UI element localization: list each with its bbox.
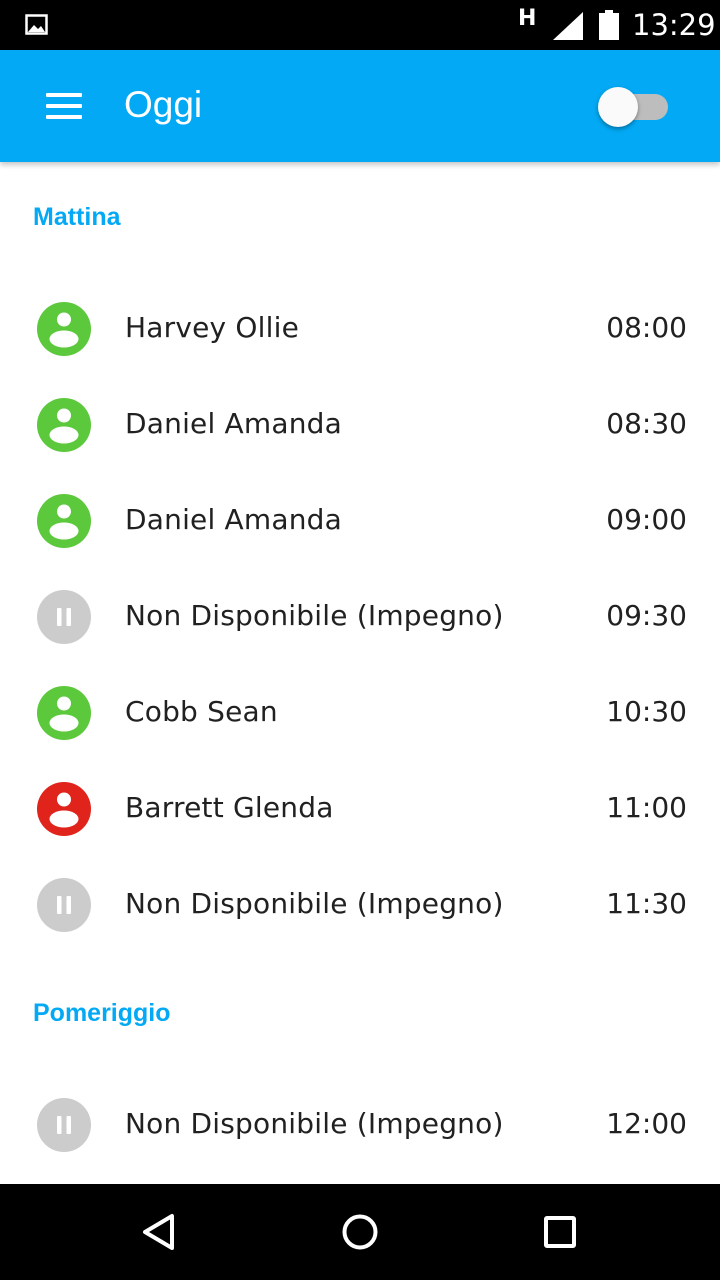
page-title: Oggi <box>124 84 203 125</box>
signal-icon <box>553 12 583 40</box>
appointment-name: Barrett Glenda <box>125 791 334 824</box>
appointment-name: Non Disponibile (Impegno) <box>125 887 504 920</box>
appointment-name: Daniel Amanda <box>125 407 343 440</box>
appointment-row[interactable]: Daniel Amanda 09:00 <box>0 473 720 569</box>
section-header-mattina: Mattina <box>33 203 121 231</box>
appointment-time: 12:00 <box>606 1107 687 1140</box>
appointment-name: Harvey Ollie <box>125 311 299 344</box>
availability-toggle[interactable] <box>598 86 672 127</box>
toggle-thumb <box>598 87 638 127</box>
unavailable-row[interactable]: Non Disponibile (Impegno) 12:00 <box>0 1077 720 1173</box>
status-bar: H 13:29 <box>0 0 720 50</box>
person-icon <box>37 782 91 836</box>
pause-icon <box>37 878 91 932</box>
appointment-row[interactable]: Daniel Amanda 08:30 <box>0 377 720 473</box>
appointment-name: Daniel Amanda <box>125 503 343 536</box>
appointment-time: 10:30 <box>606 695 687 728</box>
app-bar: Oggi <box>0 50 720 162</box>
unavailable-row[interactable]: Non Disponibile (Impegno) 09:30 <box>0 569 720 665</box>
appointment-time: 11:30 <box>606 887 687 920</box>
network-type: H <box>518 6 537 31</box>
status-time: 13:29 <box>632 8 716 42</box>
back-icon[interactable] <box>134 1206 186 1258</box>
appointment-name: Non Disponibile (Impegno) <box>125 1107 504 1140</box>
appointment-row[interactable]: Barrett Glenda 11:00 <box>0 761 720 857</box>
unavailable-row[interactable]: Non Disponibile (Impegno) 11:30 <box>0 857 720 953</box>
menu-icon[interactable] <box>32 80 96 132</box>
person-icon <box>37 302 91 356</box>
image-icon <box>25 14 48 35</box>
section-header-pomeriggio: Pomeriggio <box>33 999 171 1027</box>
navigation-bar <box>0 1184 720 1280</box>
person-icon <box>37 686 91 740</box>
appointment-row[interactable]: Harvey Ollie 08:00 <box>0 281 720 377</box>
pause-icon <box>37 590 91 644</box>
appointment-time: 08:30 <box>606 407 687 440</box>
appointment-time: 08:00 <box>606 311 687 344</box>
appointment-time: 09:00 <box>606 503 687 536</box>
appointment-name: Non Disponibile (Impegno) <box>125 599 504 632</box>
appointment-name: Cobb Sean <box>125 695 278 728</box>
pause-icon <box>37 1098 91 1152</box>
home-icon[interactable] <box>334 1206 386 1258</box>
appointment-row[interactable]: Cobb Sean 10:30 <box>0 665 720 761</box>
recents-icon[interactable] <box>534 1206 586 1258</box>
battery-icon <box>599 10 619 40</box>
person-icon <box>37 398 91 452</box>
person-icon <box>37 494 91 548</box>
appointment-time: 11:00 <box>606 791 687 824</box>
appointment-time: 09:30 <box>606 599 687 632</box>
